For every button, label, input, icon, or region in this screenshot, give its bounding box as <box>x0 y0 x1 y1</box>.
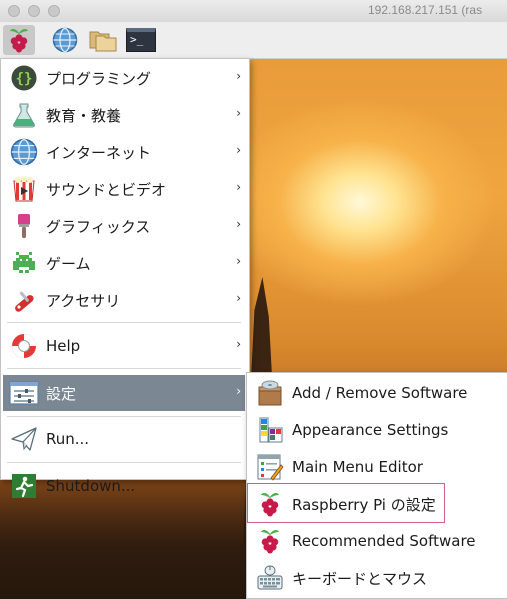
menu-item-programming[interactable]: {} プログラミング › <box>3 60 245 96</box>
menu-item-games[interactable]: ゲーム › <box>3 245 245 281</box>
globe-icon <box>52 27 78 53</box>
globe-icon <box>9 137 39 167</box>
chevron-right-icon: › <box>236 337 241 351</box>
menu-separator <box>7 462 241 463</box>
menu-separator <box>7 322 241 323</box>
menu-item-label: Raspberry Pi の設定 <box>292 495 436 514</box>
menu-item-label: 設定 <box>46 384 77 403</box>
menu-item-shutdown[interactable]: Shutdown... <box>3 468 245 504</box>
chevron-right-icon: › <box>236 143 241 157</box>
chevron-right-icon: › <box>236 106 241 120</box>
paper-plane-icon <box>9 424 39 454</box>
raspberry-icon <box>10 28 28 53</box>
exit-icon <box>9 471 39 501</box>
menu-separator <box>7 368 241 369</box>
game-icon <box>9 248 39 278</box>
chevron-right-icon: › <box>236 254 241 268</box>
menu-item-label: 教育・教養 <box>46 106 122 125</box>
web-browser-button[interactable] <box>49 25 81 55</box>
raspberry-icon <box>255 489 285 519</box>
window-titlebar: 192.168.217.151 (ras <box>0 0 507 23</box>
folders-icon <box>89 31 117 52</box>
menu-item-label: Appearance Settings <box>292 421 449 439</box>
menu-item-label: アクセサリ <box>46 291 121 310</box>
paintbrush-icon <box>9 211 39 241</box>
preferences-submenu: Add / Remove Software Appearance Setting… <box>246 372 507 599</box>
application-menu-button[interactable] <box>3 25 35 55</box>
menu-item-education[interactable]: 教育・教養 › <box>3 97 245 133</box>
raspberry-icon <box>255 526 285 556</box>
chevron-right-icon: › <box>236 384 241 398</box>
accessories-icon <box>9 285 39 315</box>
terminal-icon: >_ <box>126 28 156 52</box>
menu-item-label: サウンドとビデオ <box>46 180 167 199</box>
menu-item-accessories[interactable]: アクセサリ › <box>3 282 245 318</box>
chevron-right-icon: › <box>236 217 241 231</box>
chevron-right-icon: › <box>236 291 241 305</box>
menu-item-label: Shutdown... <box>46 477 136 495</box>
window-title: 192.168.217.151 (ras <box>368 3 483 17</box>
menu-item-label: グラフィックス <box>46 217 151 236</box>
package-icon <box>255 378 285 408</box>
menu-item-internet[interactable]: インターネット › <box>3 134 245 170</box>
svg-text:{}: {} <box>16 71 33 87</box>
close-window-button[interactable] <box>8 5 20 17</box>
submenu-item-keyboard-mouse[interactable]: キーボードとマウス <box>249 560 503 596</box>
menu-editor-icon <box>255 452 285 482</box>
menu-item-label: Recommended Software <box>292 532 476 550</box>
swatches-icon <box>255 415 285 445</box>
menu-item-preferences[interactable]: 設定 › <box>3 375 245 411</box>
menu-item-label: Add / Remove Software <box>292 384 468 402</box>
submenu-item-add-remove-software[interactable]: Add / Remove Software <box>249 375 503 411</box>
terminal-prompt: >_ <box>130 33 144 46</box>
lifebuoy-icon <box>9 331 39 361</box>
programming-icon: {} <box>9 63 39 93</box>
taskbar: >_ <box>0 22 507 59</box>
education-icon <box>9 100 39 130</box>
submenu-item-recommended-software[interactable]: Recommended Software <box>249 523 503 559</box>
menu-separator <box>7 416 241 417</box>
menu-item-label: キーボードとマウス <box>292 569 428 588</box>
menu-item-label: インターネット <box>46 143 152 162</box>
menu-item-run[interactable]: Run... <box>3 421 245 457</box>
menu-item-label: プログラミング <box>46 69 152 88</box>
menu-item-label: Run... <box>46 430 90 448</box>
chevron-right-icon: › <box>236 69 241 83</box>
chevron-right-icon: › <box>236 180 241 194</box>
menu-item-label: Main Menu Editor <box>292 458 423 476</box>
menu-item-label: ゲーム <box>46 254 91 273</box>
zoom-window-button[interactable] <box>48 5 60 17</box>
menu-item-sound-video[interactable]: サウンドとビデオ › <box>3 171 245 207</box>
minimize-window-button[interactable] <box>28 5 40 17</box>
application-menu: {} プログラミング › 教育・教養 › インターネット › サウンドとビデオ … <box>0 58 250 498</box>
video-icon <box>9 174 39 204</box>
menu-item-graphics[interactable]: グラフィックス › <box>3 208 245 244</box>
file-manager-button[interactable] <box>87 25 119 55</box>
terminal-button[interactable]: >_ <box>125 25 157 55</box>
submenu-item-raspberry-pi-configuration[interactable]: Raspberry Pi の設定 <box>249 486 503 522</box>
menu-item-help[interactable]: Help › <box>3 328 245 364</box>
menu-item-label: Help <box>46 337 81 355</box>
keyboard-mouse-icon <box>255 563 285 593</box>
preferences-icon <box>9 378 39 408</box>
submenu-item-main-menu-editor[interactable]: Main Menu Editor <box>249 449 503 485</box>
submenu-item-appearance-settings[interactable]: Appearance Settings <box>249 412 503 448</box>
